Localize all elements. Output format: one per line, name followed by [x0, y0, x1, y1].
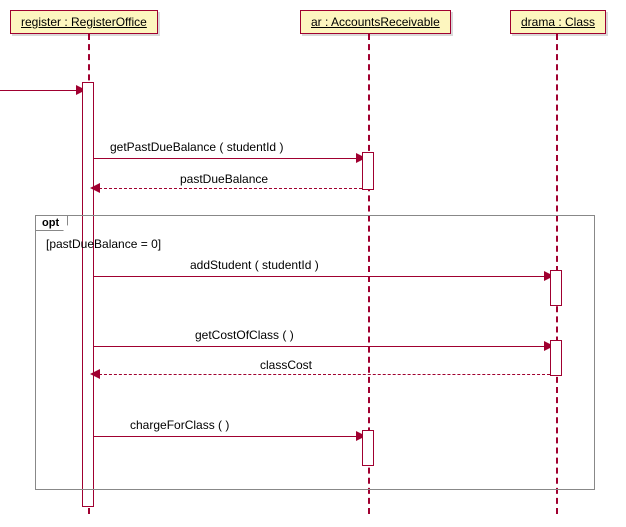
activation-drama-2 — [550, 340, 562, 376]
fragment-guard: [pastDueBalance = 0] — [46, 237, 161, 251]
msg-getCostOfClass-label: getCostOfClass ( ) — [195, 328, 294, 342]
found-message-arrow — [0, 90, 82, 91]
msg-getCostOfClass-arrow — [94, 346, 550, 347]
msg-addStudent-label: addStudent ( studentId ) — [190, 258, 319, 272]
ret-pastDueBalance-arrow — [94, 188, 362, 189]
fragment-opt: opt — [35, 215, 595, 490]
fragment-operator: opt — [35, 215, 68, 231]
ret-classCost-arrowhead — [90, 369, 100, 379]
ret-pastDueBalance-arrowhead — [90, 183, 100, 193]
msg-getPastDueBalance-label: getPastDueBalance ( studentId ) — [110, 140, 283, 154]
msg-getPastDueBalance-arrow — [94, 158, 362, 159]
activation-ar-1 — [362, 152, 374, 190]
participant-register: register : RegisterOffice — [10, 10, 158, 34]
ret-classCost-label: classCost — [260, 358, 312, 372]
activation-drama-1 — [550, 270, 562, 306]
participant-drama: drama : Class — [510, 10, 606, 34]
participant-ar: ar : AccountsReceivable — [300, 10, 451, 34]
sequence-diagram: register : RegisterOffice ar : AccountsR… — [0, 0, 626, 527]
msg-addStudent-arrow — [94, 276, 550, 277]
ret-classCost-arrow — [94, 374, 550, 375]
msg-chargeForClass-arrow — [94, 436, 362, 437]
participant-ar-label: ar : AccountsReceivable — [311, 15, 440, 29]
participant-drama-label: drama : Class — [521, 15, 595, 29]
participant-register-label: register : RegisterOffice — [21, 15, 147, 29]
msg-chargeForClass-label: chargeForClass ( ) — [130, 418, 229, 432]
activation-ar-2 — [362, 430, 374, 466]
ret-pastDueBalance-label: pastDueBalance — [180, 172, 268, 186]
